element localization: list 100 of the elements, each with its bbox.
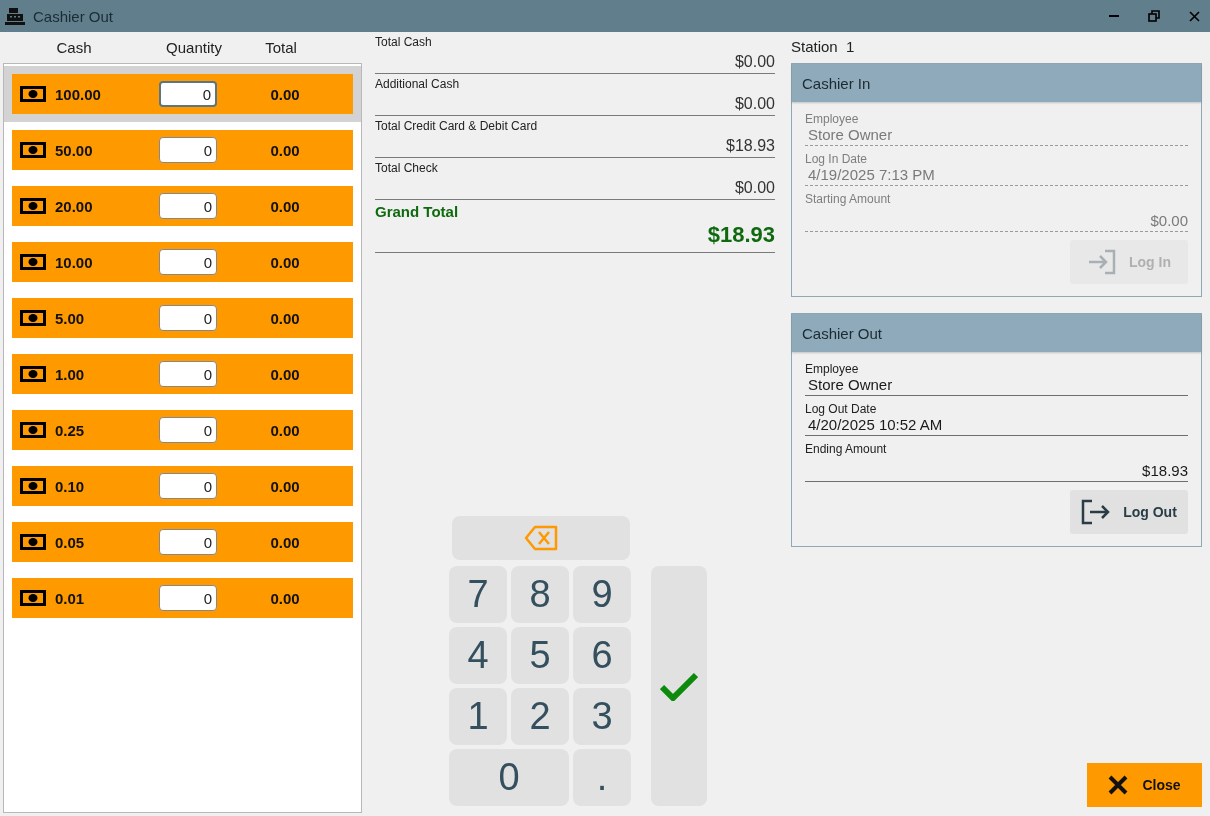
denomination-row[interactable]: 1.00 0 0.00 (12, 354, 353, 394)
list-row[interactable]: 10.00 0 0.00 (4, 234, 361, 290)
column-header: Quantity (165, 39, 223, 56)
summary-label: Grand Total (375, 203, 460, 220)
denomination-label: 1.00 (55, 365, 86, 383)
field-value: 4/20/2025 10:52 AM (807, 416, 944, 433)
denomination-label: 0.25 (55, 421, 86, 439)
field-value: Store Owner (807, 126, 894, 143)
denomination-label: 100.00 (55, 85, 102, 103)
row-total: 0.00 (269, 533, 301, 551)
banknote-icon (20, 590, 46, 606)
window-title: Cashier Out (33, 7, 115, 25)
backspace-icon (524, 525, 558, 551)
row-total: 0.00 (269, 365, 301, 383)
quantity-field[interactable]: 0 (159, 417, 217, 443)
banknote-icon (20, 86, 46, 102)
denomination-label: 50.00 (55, 141, 94, 159)
denomination-row[interactable]: 50.00 0 0.00 (12, 130, 353, 170)
denomination-label: 0.05 (55, 533, 86, 551)
quantity-field[interactable]: 0 (159, 193, 217, 219)
keypad-key[interactable]: 4 (449, 627, 507, 684)
keypad-key[interactable]: 0 (449, 749, 569, 806)
denomination-row[interactable]: 100.00 0 0.00 (12, 74, 353, 114)
denomination-row[interactable]: 10.00 0 0.00 (12, 242, 353, 282)
summary-label: Additional Cash (375, 77, 461, 91)
denomination-label: 0.01 (55, 589, 86, 607)
denomination-row[interactable]: 20.00 0 0.00 (12, 186, 353, 226)
keypad-key[interactable]: 2 (511, 688, 569, 745)
close-button[interactable]: Close (1087, 763, 1202, 807)
quantity-field[interactable]: 0 (159, 361, 217, 387)
field-value: $0.00 (1149, 212, 1188, 229)
quantity-field[interactable]: 0 (159, 305, 217, 331)
keypad-key[interactable]: 8 (511, 566, 569, 623)
panel-header: Cashier Out (792, 314, 1201, 352)
keypad-key[interactable]: . (573, 749, 631, 806)
denomination-label: 5.00 (55, 309, 86, 327)
summary-value: $18.93 (726, 137, 775, 155)
close-icon (1108, 775, 1129, 795)
log-out-button[interactable]: Log Out (1070, 490, 1188, 534)
list-row[interactable]: 20.00 0 0.00 (4, 178, 361, 234)
minimize-icon (1109, 15, 1119, 17)
keypad-key[interactable]: 6 (573, 627, 631, 684)
logout-icon (1081, 499, 1112, 525)
row-total: 0.00 (269, 309, 301, 327)
denomination-label: 0.10 (55, 477, 86, 495)
denomination-label: 10.00 (55, 253, 94, 271)
quantity-field[interactable]: 0 (159, 473, 217, 499)
field-label: Employee (805, 362, 860, 376)
denomination-row[interactable]: 0.01 0 0.00 (12, 578, 353, 618)
quantity-field[interactable]: 0 (159, 585, 217, 611)
banknote-icon (20, 366, 46, 382)
list-row[interactable]: 0.05 0 0.00 (4, 514, 361, 570)
row-total: 0.00 (269, 477, 301, 495)
quantity-field[interactable]: 0 (159, 249, 217, 275)
grand-total-value: $18.93 (707, 222, 775, 248)
keypad-key[interactable]: 3 (573, 688, 631, 745)
keypad-key[interactable]: 7 (449, 566, 507, 623)
list-row[interactable]: 0.10 0 0.00 (4, 458, 361, 514)
banknote-icon (20, 422, 46, 438)
row-total: 0.00 (269, 421, 301, 439)
summary-value: $0.00 (734, 179, 775, 197)
field-label: Log Out Date (805, 402, 878, 416)
field-label: Log In Date (805, 152, 869, 166)
list-row[interactable]: 1.00 0 0.00 (4, 346, 361, 402)
banknote-icon (20, 534, 46, 550)
column-header: Total (264, 39, 298, 56)
close-icon (1188, 10, 1200, 22)
checkmark-icon (660, 671, 698, 701)
list-row[interactable]: 0.25 0 0.00 (4, 402, 361, 458)
row-total: 0.00 (269, 197, 301, 215)
denomination-row[interactable]: 0.05 0 0.00 (12, 522, 353, 562)
denomination-row[interactable]: 0.10 0 0.00 (12, 466, 353, 506)
denomination-row[interactable]: 5.00 0 0.00 (12, 298, 353, 338)
keypad-key[interactable]: 1 (449, 688, 507, 745)
row-total: 0.00 (269, 253, 301, 271)
quantity-field[interactable]: 0 (159, 529, 217, 555)
field-label: Starting Amount (805, 192, 892, 206)
row-total: 0.00 (269, 589, 301, 607)
login-icon (1087, 249, 1117, 275)
list-row[interactable]: 5.00 0 0.00 (4, 290, 361, 346)
row-total: 0.00 (269, 141, 301, 159)
banknote-icon (20, 478, 46, 494)
quantity-field[interactable]: 0 (159, 81, 217, 107)
field-value: $18.93 (1141, 462, 1188, 479)
station-label: Station 1 (791, 38, 856, 55)
list-row[interactable]: 50.00 0 0.00 (4, 122, 361, 178)
summary-value: $0.00 (734, 53, 775, 71)
banknote-icon (20, 142, 46, 158)
list-row[interactable]: 0.01 0 0.00 (4, 570, 361, 626)
selected-row-highlight[interactable]: 100.00 0 0.00 (4, 66, 361, 122)
denomination-row[interactable]: 0.25 0 0.00 (12, 410, 353, 450)
summary-value: $0.00 (734, 95, 775, 113)
column-header: Cash (55, 39, 93, 56)
quantity-field[interactable]: 0 (159, 137, 217, 163)
keypad-key[interactable]: 9 (573, 566, 631, 623)
row-total: 0.00 (269, 85, 301, 103)
keypad-key[interactable]: 5 (511, 627, 569, 684)
enter-key[interactable] (651, 566, 707, 806)
summary-label: Total Credit Card & Debit Card (375, 119, 539, 133)
summary-label: Total Cash (375, 35, 433, 49)
